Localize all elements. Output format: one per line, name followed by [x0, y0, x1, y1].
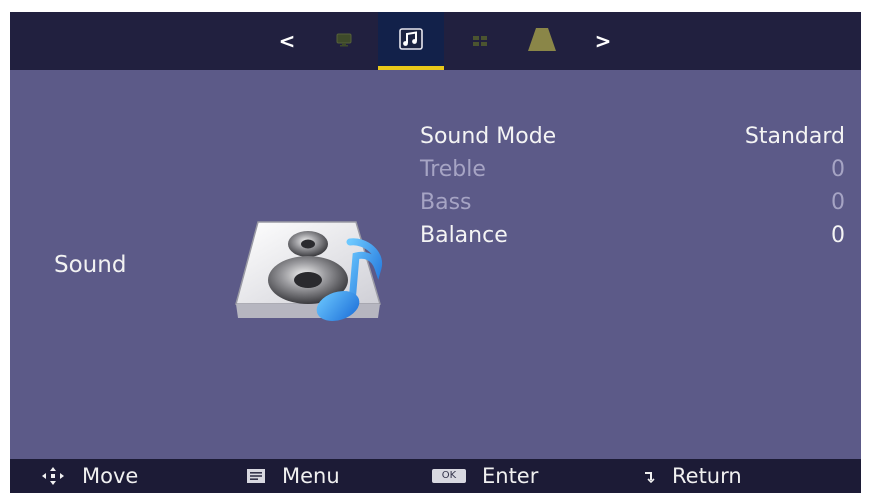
tab-lock[interactable] [520, 12, 564, 70]
next-arrow[interactable]: > [588, 12, 618, 70]
sound-settings-list: Sound Mode Standard Treble 0 Bass 0 Bala… [420, 120, 845, 252]
hint-enter-label: Enter [482, 464, 539, 488]
tab-channel[interactable] [462, 12, 498, 70]
setting-label: Treble [420, 157, 486, 182]
setting-value: Standard [744, 124, 845, 149]
hint-move: Move [40, 459, 138, 493]
tab-sound[interactable] [378, 12, 444, 70]
setting-label: Sound Mode [420, 124, 557, 149]
active-tab-underline [378, 66, 444, 70]
setting-value: 0 [831, 190, 845, 215]
setting-treble: Treble 0 [420, 153, 845, 186]
picture-icon [336, 32, 352, 51]
ok-icon: OK [432, 469, 466, 483]
menu-icon [246, 468, 266, 484]
dpad-icon [40, 466, 66, 486]
hint-menu: Menu [246, 459, 340, 493]
speaker-music-icon [228, 210, 388, 328]
hint-menu-label: Menu [282, 464, 340, 488]
sound-icon [399, 28, 423, 54]
hint-return: Return [642, 459, 742, 493]
hint-return-label: Return [672, 464, 742, 488]
setting-balance[interactable]: Balance 0 [420, 219, 845, 252]
menu-tab-bar: < > [10, 12, 861, 70]
hint-move-label: Move [82, 464, 139, 488]
lock-icon [527, 26, 557, 56]
ok-icon-text: OK [432, 469, 466, 483]
prev-arrow[interactable]: < [272, 12, 302, 70]
setting-sound-mode[interactable]: Sound Mode Standard [420, 120, 845, 153]
setting-label: Bass [420, 190, 472, 215]
osd-screen: < > Sound Sound Mode Standard Treble 0 B… [10, 12, 861, 493]
setting-value: 0 [831, 157, 845, 182]
key-hint-bar: Move Menu OK Enter Return [10, 459, 861, 493]
tab-picture[interactable] [326, 12, 362, 70]
channel-icon [472, 32, 488, 51]
category-label: Sound [54, 252, 127, 278]
return-icon [642, 469, 656, 483]
setting-bass: Bass 0 [420, 186, 845, 219]
setting-value: 0 [831, 223, 845, 248]
setting-label: Balance [420, 223, 508, 248]
hint-enter: OK Enter [432, 459, 538, 493]
